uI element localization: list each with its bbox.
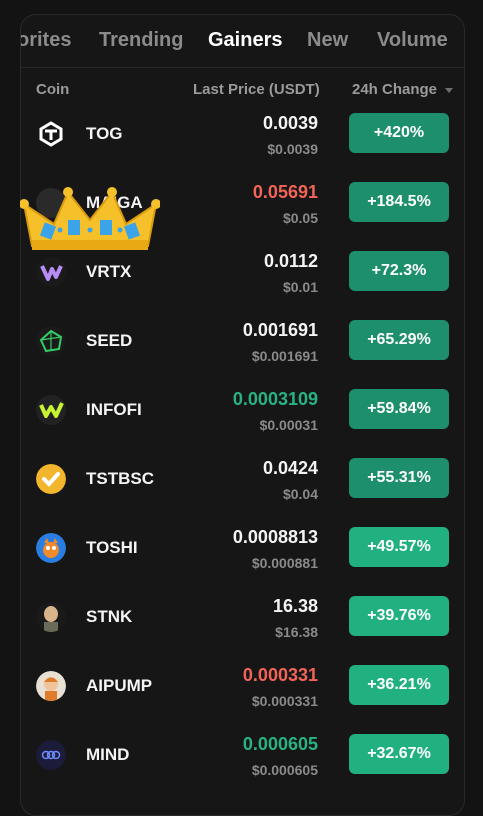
stnk-icon [36,602,66,632]
seed-icon [36,326,66,356]
change-header-label: 24h Change [352,81,438,98]
aipump-icon [36,671,66,701]
change-badge[interactable]: +55.31% [349,458,449,498]
last-price: 0.05691 [252,182,318,202]
tab-volume[interactable]: Volume [377,29,448,52]
change-badge[interactable]: +184.5% [349,182,449,222]
last-price: 0.001691 [242,320,318,340]
last-price: 0.000331 [242,665,318,685]
tab-new[interactable]: New [307,29,348,52]
coin-symbol: TSTBSC [86,469,154,488]
usd-price: $0.001691 [251,348,318,364]
change-badge[interactable]: +39.76% [349,596,449,636]
infofi-icon [36,395,66,425]
usd-price: $0.04 [282,486,318,502]
coin-symbol: AIPUMP [86,676,153,695]
crown-icon [20,187,160,250]
change-badge[interactable]: +59.84% [349,389,449,429]
last-price: 0.0112 [263,251,318,271]
last-price: 0.0008813 [232,527,318,547]
coin-symbol: VRTX [86,262,132,281]
coin-row-seed[interactable]: SEED 0.001691 $0.001691 +65.29% [21,309,464,378]
tab-trending[interactable]: Trending [99,29,183,52]
coin-symbol: STNK [86,607,133,626]
last-price: 0.000605 [242,734,318,754]
usd-price: $0.01 [282,279,318,295]
tab-gainers[interactable]: Gainers [208,29,282,52]
last-price: 0.0424 [262,458,318,478]
usd-price: $0.000605 [251,762,318,778]
last-price: 16.38 [272,596,318,616]
coin-symbol: TOSHI [86,538,138,557]
change-badge[interactable]: +32.67% [349,734,449,774]
coin-row-aipump[interactable]: AIPUMP 0.000331 $0.000331 +36.21% [21,654,464,723]
change-badge[interactable]: +36.21% [349,665,449,705]
usd-price: $16.38 [275,624,318,640]
change-column-header[interactable]: 24h Change [352,81,454,98]
change-badge[interactable]: +65.29% [349,320,449,360]
tstbsc-icon [36,464,66,494]
coin-row-infofi[interactable]: INFOFI 0.0003109 $0.00031 +59.84% [21,378,464,447]
toshi-icon [36,533,66,563]
coin-row-stnk[interactable]: STNK 16.38 $16.38 +39.76% [21,585,464,654]
tog-icon [36,119,66,149]
mind-icon [36,740,66,770]
change-badge[interactable]: +420% [349,113,449,153]
tab-favorites[interactable]: orites [21,29,71,52]
usd-price: $0.000331 [251,693,318,709]
vrtx-icon [36,257,66,287]
coin-symbol: SEED [86,331,133,350]
last-price: 0.0003109 [232,389,318,409]
usd-price: $0.05 [282,210,318,226]
coin-column-header[interactable]: Coin [36,81,69,98]
market-tabs: orites Trending Gainers New Volume [21,15,464,68]
coin-symbol: INFOFI [86,400,142,419]
last-price: 0.0039 [262,113,318,133]
coin-row-tog[interactable]: TOG 0.0039 $0.0039 +420% [21,102,464,171]
coin-symbol: TOG [86,124,123,143]
coin-row-tstbsc[interactable]: TSTBSC 0.0424 $0.04 +55.31% [21,447,464,516]
usd-price: $0.0039 [267,141,318,157]
usd-price: $0.000881 [251,555,318,571]
change-badge[interactable]: +72.3% [349,251,449,291]
market-list-panel: orites Trending Gainers New Volume Coin … [20,14,465,816]
change-badge[interactable]: +49.57% [349,527,449,567]
coin-row-mind[interactable]: MIND 0.000605 $0.000605 +32.67% [21,723,464,792]
usd-price: $0.00031 [259,417,318,433]
coin-row-toshi[interactable]: TOSHI 0.0008813 $0.000881 +49.57% [21,516,464,585]
coin-symbol: MIND [86,745,130,764]
sort-down-icon [445,88,454,93]
last-price-column-header[interactable]: Last Price (USDT) [193,81,320,98]
